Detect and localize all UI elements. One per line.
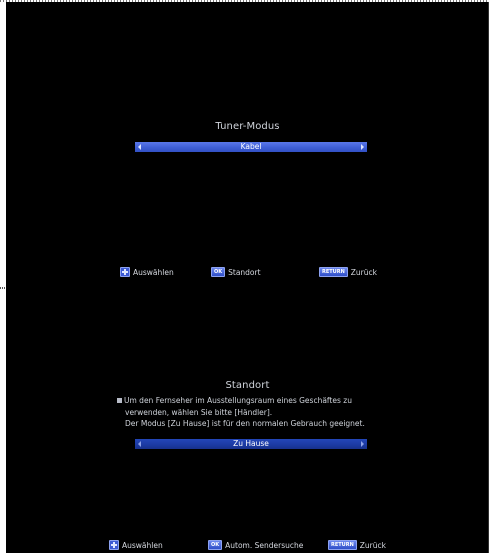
help-select-label: Auswählen <box>133 267 174 277</box>
help-return-label: Zurück <box>350 267 377 277</box>
help-return-2[interactable]: RETURN Zurück <box>328 540 386 550</box>
tuner-mode-selector[interactable]: Kabel <box>135 142 367 152</box>
ok-key-icon: OK <box>208 540 223 550</box>
location-selector[interactable]: Zu Hause <box>135 439 367 449</box>
dpad-icon <box>120 267 130 277</box>
description-line-3: Der Modus [Zu Hause] ist für den normale… <box>117 418 377 430</box>
help-return[interactable]: RETURN Zurück <box>319 267 377 277</box>
help-select-label-2: Auswählen <box>122 540 163 550</box>
location-title: Standort <box>225 380 270 391</box>
ok-key-icon: OK <box>211 267 226 277</box>
description-line-2: verwenden, wählen Sie bitte [Händler]. <box>117 407 377 419</box>
help-return-label-2: Zurück <box>359 540 386 550</box>
description-line-1: Um den Fernseher im Ausstellungsraum ein… <box>117 395 377 407</box>
help-ok[interactable]: OK Standort <box>211 267 261 277</box>
help-ok-label: Standort <box>228 267 261 277</box>
help-ok-2[interactable]: OK Autom. Sendersuche <box>208 540 303 550</box>
help-select-2[interactable]: Auswählen <box>109 540 163 550</box>
description-text-2: verwenden, wählen Sie bitte [Händler]. <box>125 407 273 417</box>
description-text-1: Um den Fernseher im Ausstellungsraum ein… <box>124 396 352 405</box>
arrow-right-icon[interactable] <box>361 441 364 447</box>
arrow-left-icon[interactable] <box>138 441 141 447</box>
arrow-right-icon[interactable] <box>361 144 364 150</box>
description-text-3: Der Modus [Zu Hause] ist für den normale… <box>125 419 365 428</box>
tuner-mode-title: Tuner-Modus <box>215 121 280 132</box>
location-value: Zu Hause <box>233 439 269 448</box>
location-description: Um den Fernseher im Ausstellungsraum ein… <box>117 395 377 430</box>
screenshot-frame: Tuner-Modus Kabel Auswählen OK Standort … <box>0 0 489 553</box>
dpad-icon <box>109 540 119 550</box>
info-bullet-icon <box>117 398 122 403</box>
tuner-mode-value: Kabel <box>240 142 262 151</box>
return-key-icon: RETURN <box>319 267 348 277</box>
help-ok-label-2: Autom. Sendersuche <box>225 540 304 550</box>
return-key-icon: RETURN <box>328 540 357 550</box>
help-select[interactable]: Auswählen <box>120 267 174 277</box>
arrow-left-icon[interactable] <box>138 144 141 150</box>
tv-screen: Tuner-Modus Kabel Auswählen OK Standort … <box>6 2 489 553</box>
